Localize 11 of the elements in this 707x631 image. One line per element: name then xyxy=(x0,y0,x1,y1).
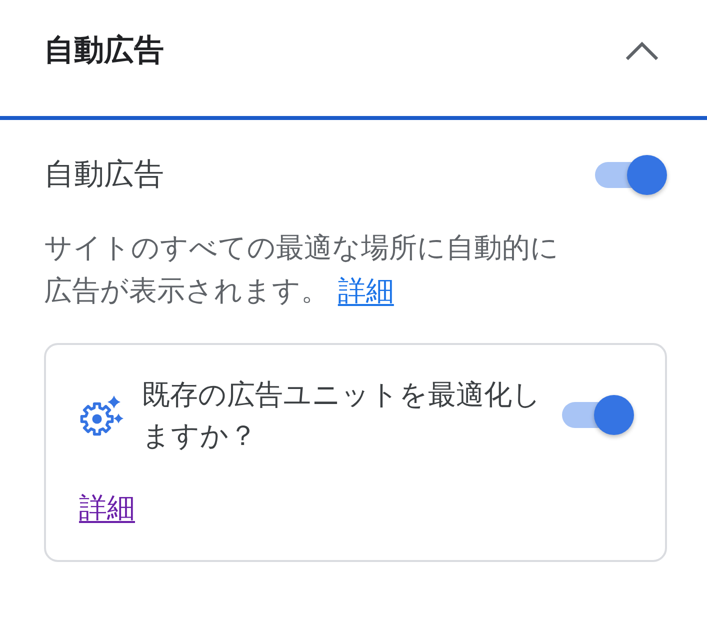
gear-sparkle-icon xyxy=(80,394,124,436)
setting-label: 自動広告 xyxy=(44,156,164,194)
collapse-button[interactable] xyxy=(625,41,659,61)
toggle-switch[interactable] xyxy=(595,155,667,195)
details-link[interactable]: 詳細 xyxy=(338,274,394,307)
chevron-up-icon xyxy=(625,41,659,61)
section-title: 自動広告 xyxy=(44,32,164,70)
description-text: サイトのすべての最適な場所に自動的に広告が表示されます。 詳細 xyxy=(44,230,560,309)
toggle-switch[interactable] xyxy=(562,395,634,435)
details-link[interactable]: 詳細 xyxy=(79,491,135,524)
question-text: 既存の広告ユニットを最適化しますか？ xyxy=(142,377,542,454)
